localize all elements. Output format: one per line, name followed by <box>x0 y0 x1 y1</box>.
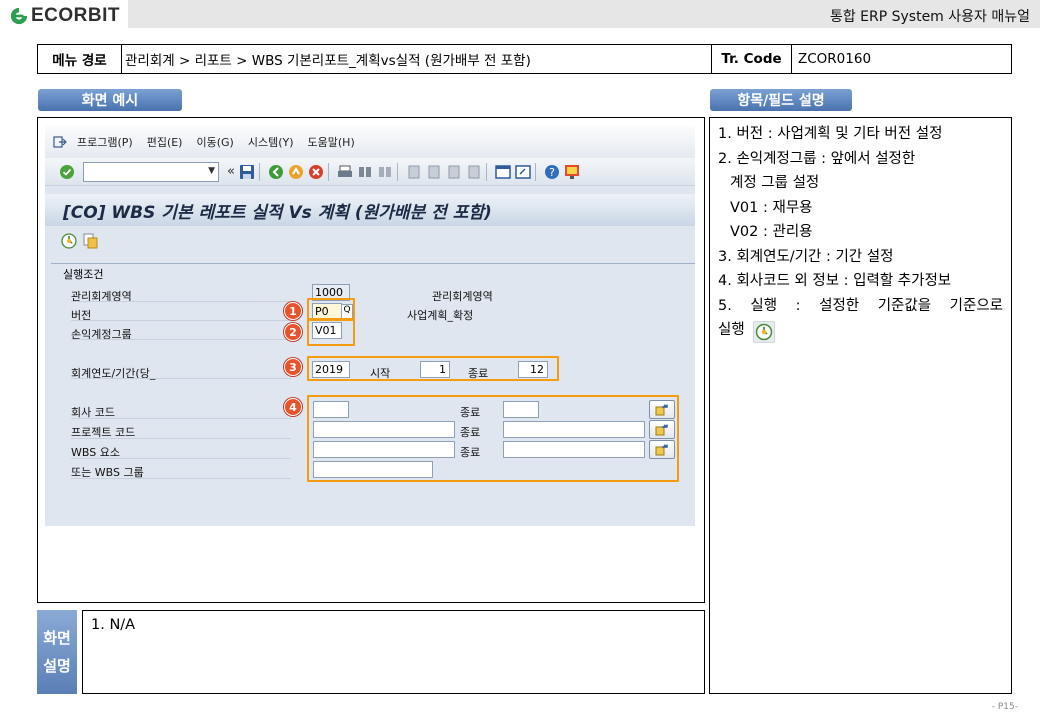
sap-menu-bar: 프로그램(P) 편집(E) 이동(G) 시스템(Y) 도움말(H) <box>45 126 695 158</box>
desc-line-pl-group: 2. 손익계정그룹 : 앞에서 설정한 <box>718 150 916 167</box>
chevron-down-icon[interactable]: ▼ <box>208 166 215 176</box>
enter-check-icon[interactable] <box>59 164 75 180</box>
screen-description-box: 1. N/A <box>82 610 705 694</box>
menu-path-label: 메뉴 경로 <box>38 45 122 73</box>
highlight-version <box>307 298 355 320</box>
exit-icon[interactable] <box>288 164 304 180</box>
menu-help[interactable]: 도움말(H) <box>308 134 355 150</box>
menu-path-value: 관리회계 > 리포트 > WBS 기본리포트_계획vs실적 (원가배부 전 포함… <box>122 45 712 73</box>
tr-code-label: Tr. Code <box>712 45 792 73</box>
highlight-pl-group <box>307 319 355 346</box>
desc-line-pl-group-cont: 계정 그룹 설정 <box>730 175 820 191</box>
previous-page-icon[interactable] <box>426 164 442 180</box>
screen-desc-label-1: 화면 <box>43 629 71 647</box>
tab-field-description: 항목/필드 설명 <box>710 89 852 111</box>
shortcut-icon[interactable] <box>515 164 531 180</box>
print-icon[interactable] <box>337 164 353 180</box>
screen-desc-label-2: 설명 <box>43 657 71 675</box>
desc-line-execute-cont: 실행 <box>718 318 1003 343</box>
desc-line-v01: V01 : 재무용 <box>730 199 813 216</box>
help-icon[interactable]: ? <box>544 164 560 180</box>
cancel-icon[interactable] <box>308 164 324 180</box>
execute-icon <box>752 321 775 343</box>
menu-system[interactable]: 시스템(Y) <box>248 134 294 150</box>
save-icon[interactable] <box>239 164 255 180</box>
desc-line-version: 1. 버전 : 사업계획 및 기타 버전 설정 <box>718 126 943 142</box>
execute-icon[interactable] <box>61 233 77 249</box>
field-description-panel: 1. 버전 : 사업계획 및 기타 버전 설정 2. 손익계정그룹 : 앞에서 … <box>709 117 1012 694</box>
desc-line-fiscal: 3. 회계연도/기간 : 기간 설정 <box>718 248 894 265</box>
step-badge-2: 2 <box>284 323 302 341</box>
first-page-icon[interactable] <box>406 164 422 180</box>
menu-program[interactable]: 프로그램(P) <box>77 134 133 150</box>
desc-line-v02: V02 : 관리용 <box>730 224 813 240</box>
screen-description-text: 1. N/A <box>91 617 136 633</box>
logo-mark-icon <box>10 7 28 25</box>
back-icon[interactable] <box>268 164 284 180</box>
menu-path-row: 메뉴 경로 관리회계 > 리포트 > WBS 기본리포트_계획vs실적 (원가배… <box>37 44 1012 74</box>
sap-window: 프로그램(P) 편집(E) 이동(G) 시스템(Y) 도움말(H) ▼ « ? … <box>45 126 695 526</box>
command-field[interactable]: ▼ <box>83 161 219 182</box>
step-badge-1: 1 <box>284 302 302 320</box>
sap-screen-title: [CO] WBS 기본 레포트 실적 Vs 계획 (원가배분 전 포함) <box>45 194 695 226</box>
highlight-fiscal-period <box>307 356 559 381</box>
sap-application-toolbar <box>45 226 695 256</box>
variant-icon[interactable] <box>83 233 99 249</box>
desc-line-additional: 4. 회사코드 외 정보 : 입력할 추가정보 <box>718 273 952 289</box>
new-session-icon[interactable] <box>495 164 511 180</box>
highlight-additional-info <box>307 395 679 482</box>
next-page-icon[interactable] <box>446 164 462 180</box>
collapse-icon[interactable]: « <box>227 164 235 179</box>
controlling-area-desc: 관리회계영역 <box>432 290 493 303</box>
last-page-icon[interactable] <box>466 164 482 180</box>
logo-text: ECORBIT <box>31 5 120 26</box>
step-badge-3: 3 <box>284 358 302 376</box>
find-icon[interactable] <box>357 164 373 180</box>
tr-code-value: ZCOR0160 <box>798 51 872 67</box>
group-title: 실행조건 <box>63 268 104 281</box>
svg-text:?: ? <box>549 166 555 179</box>
menu-goto[interactable]: 이동(G) <box>196 134 233 150</box>
screen-description-label: 화면 설명 <box>37 610 77 694</box>
page-number: - P15- <box>991 702 1018 712</box>
version-desc: 사업계획_확정 <box>407 309 474 322</box>
manual-title: 통합 ERP System 사용자 매뉴얼 <box>829 9 1030 25</box>
company-logo: ECORBIT <box>10 4 126 28</box>
desc-execute-word: 실행 <box>718 322 745 338</box>
header-band: 통합 ERP System 사용자 매뉴얼 <box>128 0 1040 28</box>
sap-toolbar: ▼ « ? <box>45 158 695 186</box>
tab-screen-example: 화면 예시 <box>38 89 182 111</box>
top-header: ECORBIT 통합 ERP System 사용자 매뉴얼 <box>0 0 1040 30</box>
menu-edit[interactable]: 편집(E) <box>147 134 183 150</box>
exit-menu-icon[interactable] <box>53 136 67 148</box>
desc-line-execute: 5. 실행 : 설정한 기준값을 기준으로 <box>718 297 1003 314</box>
find-next-icon[interactable] <box>377 164 393 180</box>
step-badge-4: 4 <box>284 398 302 416</box>
customize-layout-icon[interactable] <box>564 164 580 180</box>
